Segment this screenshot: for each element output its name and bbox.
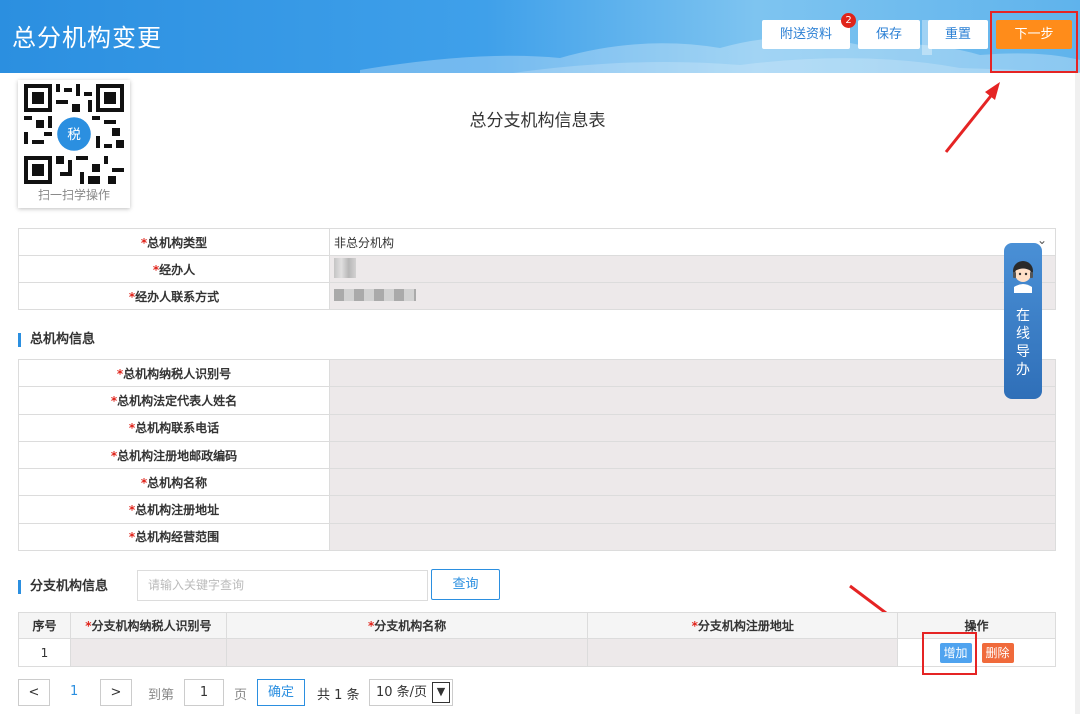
field-label: *总机构纳税人识别号 [18, 358, 330, 388]
head-office-table: *总机构纳税人识别号 *总机构法定代表人姓名 *总机构联系电话 *总机构注册地邮… [18, 358, 1056, 552]
chevron-down-icon: ▼ [432, 682, 450, 703]
table-row: *总机构注册地邮政编码 [18, 440, 1056, 470]
org-type-select[interactable]: 非总分机构 ⌄ [329, 228, 1056, 256]
attach-materials-button[interactable]: 附送资料 [762, 20, 850, 49]
head-office-postcode-field[interactable] [329, 440, 1056, 470]
field-label: *经办人联系方式 [18, 282, 330, 310]
goto-confirm-button[interactable]: 确定 [257, 679, 305, 706]
table-row: *总机构联系电话 [18, 413, 1056, 442]
page-scrollbar[interactable] [1075, 73, 1080, 714]
field-label: *总机构注册地址 [18, 495, 330, 524]
online-guide-label: 在 线 导 办 [1016, 308, 1030, 378]
attach-count-badge: 2 [841, 13, 856, 28]
current-page-number[interactable]: 1 [70, 684, 78, 699]
column-header: *分支机构名称 [225, 612, 589, 639]
page-title: 总分机构变更 [12, 24, 162, 52]
branch-address-cell[interactable] [587, 638, 899, 667]
save-button[interactable]: 保存 [858, 20, 920, 49]
table-row: *总机构经营范围 [18, 522, 1056, 552]
field-label: *经办人 [18, 255, 330, 283]
reset-button[interactable]: 重置 [928, 20, 988, 49]
row-index: 1 [18, 638, 71, 667]
table-header-row: 序号 *分支机构纳税人识别号 *分支机构名称 *分支机构注册地址 操作 [18, 612, 1056, 639]
head-office-address-field[interactable] [329, 495, 1056, 524]
page-size-select[interactable]: 10 条/页 ▼ [369, 679, 453, 706]
branch-search-input[interactable]: 请输入关键字查询 [137, 570, 428, 601]
table-row: 1 增加 删除 [18, 638, 1056, 667]
qr-code-icon: 税 [24, 84, 124, 184]
goto-page-input[interactable]: 1 [184, 679, 224, 706]
field-label: *总机构经营范围 [18, 522, 330, 552]
head-office-name-field[interactable] [329, 468, 1056, 497]
table-row: *经办人 [18, 255, 1056, 283]
table-row: *总机构注册地址 [18, 495, 1056, 524]
redacted-text [334, 289, 416, 301]
column-header: *分支机构注册地址 [587, 612, 899, 639]
table-row: *经办人联系方式 [18, 282, 1056, 310]
next-step-highlight-box [990, 11, 1078, 73]
table-row: *总机构法定代表人姓名 [18, 386, 1056, 415]
goto-label: 到第 [148, 688, 175, 703]
delete-row-button[interactable]: 删除 [981, 642, 1014, 663]
branch-tax-id-cell[interactable] [69, 638, 227, 667]
qr-caption: 扫一扫学操作 [37, 188, 110, 202]
total-count: 共 1 条 [317, 688, 360, 703]
next-page-button[interactable]: > [100, 679, 132, 706]
column-header: *分支机构纳税人识别号 [69, 612, 227, 639]
column-header: 序号 [18, 612, 71, 639]
handler-contact-field[interactable] [329, 282, 1056, 310]
redacted-text [334, 258, 356, 278]
section-title-branch: 分支机构信息 [18, 580, 108, 594]
head-office-business-scope-field[interactable] [329, 522, 1056, 552]
branch-name-cell[interactable] [225, 638, 589, 667]
form-title: 总分支机构信息表 [469, 111, 606, 131]
page-unit-label: 页 [234, 688, 248, 703]
field-label: *总机构注册地邮政编码 [18, 440, 330, 470]
head-office-phone-field[interactable] [329, 413, 1056, 442]
qr-code-card: 税 扫一扫学操作 [18, 80, 130, 208]
table-row: *总机构类型 非总分机构 ⌄ [18, 228, 1056, 256]
basic-info-table: *总机构类型 非总分机构 ⌄ *经办人 *经办人联系方式 [18, 228, 1056, 310]
search-button[interactable]: 查询 [431, 569, 500, 600]
field-label: *总机构名称 [18, 468, 330, 497]
section-title-head-office: 总机构信息 [18, 333, 95, 347]
prev-page-button[interactable]: < [18, 679, 50, 706]
assistant-avatar-icon [1013, 261, 1033, 293]
field-label: *总机构法定代表人姓名 [18, 386, 330, 415]
field-label: *总机构联系电话 [18, 413, 330, 442]
head-office-legal-rep-field[interactable] [329, 386, 1056, 415]
table-row: *总机构名称 [18, 468, 1056, 497]
handler-name-field[interactable] [329, 255, 1056, 283]
head-office-tax-id-field[interactable] [329, 358, 1056, 388]
online-guide-button[interactable]: 在 线 导 办 [1004, 243, 1042, 399]
table-row: *总机构纳税人识别号 [18, 358, 1056, 388]
add-button-highlight-box [922, 632, 977, 675]
field-label: *总机构类型 [18, 228, 330, 256]
branch-table: 序号 *分支机构纳税人识别号 *分支机构名称 *分支机构注册地址 操作 1 增加… [18, 612, 1056, 667]
